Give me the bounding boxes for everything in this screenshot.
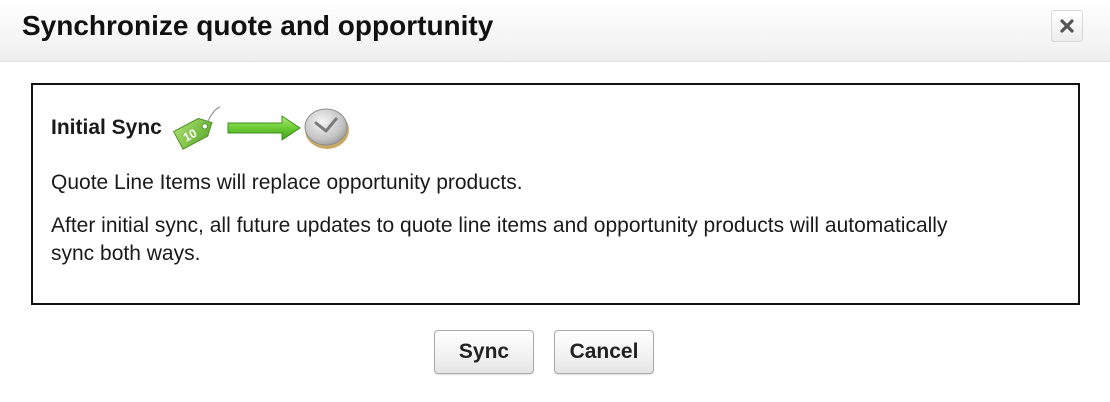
coin-icon	[304, 108, 349, 149]
replace-products-text: Quote Line Items will replace opportunit…	[51, 171, 523, 194]
cancel-button[interactable]: Cancel	[554, 330, 654, 374]
price-tag-icon: 10	[172, 106, 221, 150]
arrow-right-icon	[227, 115, 301, 141]
close-icon	[1060, 19, 1074, 33]
close-button[interactable]	[1051, 10, 1083, 42]
sync-dialog: Synchronize quote and opportunity Initia…	[0, 0, 1110, 402]
initial-sync-heading: Initial Sync 10	[51, 103, 352, 153]
sync-info-box: Initial Sync 10 Quote Line Items will re…	[31, 83, 1080, 305]
sync-button[interactable]: Sync	[434, 330, 534, 374]
dialog-title: Synchronize quote and opportunity	[22, 10, 494, 41]
dialog-header: Synchronize quote and opportunity	[0, 0, 1110, 62]
initial-sync-label: Initial Sync	[51, 116, 162, 139]
future-sync-text: After initial sync, all future updates t…	[51, 214, 948, 265]
